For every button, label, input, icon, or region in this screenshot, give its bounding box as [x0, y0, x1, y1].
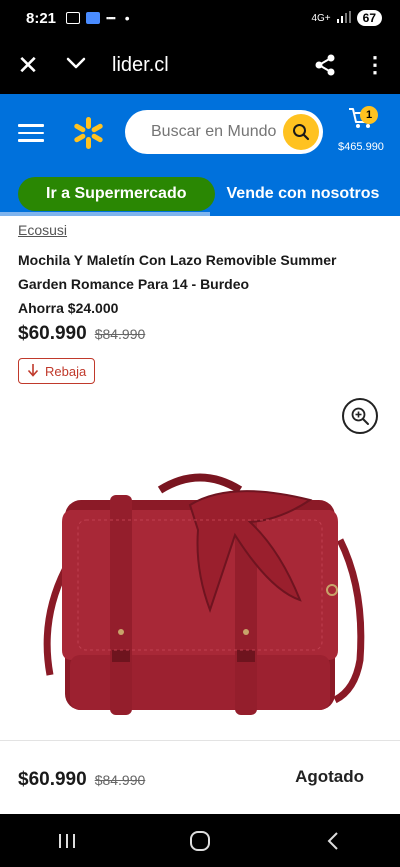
share-icon[interactable] [300, 54, 350, 76]
subnav-scroll-indicator [0, 212, 210, 216]
hamburger-icon[interactable] [18, 119, 44, 147]
status-notification-icons: ▪▪▪▪ • [66, 10, 130, 26]
system-nav-bar [0, 814, 400, 867]
savings-text: Ahorra $24.000 [18, 300, 119, 316]
search-icon[interactable] [283, 114, 319, 150]
bottom-original-price: $84.990 [94, 772, 146, 788]
arrow-down-icon [27, 363, 39, 380]
product-title: Mochila Y Maletín Con Lazo Removible Sum… [18, 252, 337, 292]
product-image[interactable] [20, 460, 380, 730]
walmart-spark-icon[interactable] [72, 117, 104, 149]
search-input[interactable] [151, 123, 281, 141]
original-price: $84.990 [94, 326, 146, 342]
status-time: 8:21 [26, 9, 57, 27]
bottom-purchase-bar: $60.990 $84.990 Agotado [0, 740, 400, 814]
sub-navigation: Ir a Supermercado Vende con nosotros T [0, 172, 400, 216]
subnav-item-supermercado[interactable]: Ir a Supermercado [18, 177, 215, 211]
screenshot-icon [66, 12, 81, 24]
battery-indicator: 67 [356, 10, 382, 26]
browser-toolbar: ✕ lider.cl ⋮ [0, 36, 400, 94]
site-header: 1 $465.990 [0, 94, 400, 172]
recent-apps-icon[interactable] [37, 832, 97, 850]
status-bar: 8:21 ▪▪▪▪ • 4G+ 67 [0, 0, 400, 36]
product-brand-link[interactable]: Ecosusi [18, 222, 67, 238]
bottom-current-price: $60.990 [18, 769, 87, 790]
status-right: 4G+ 67 [311, 10, 382, 26]
gallery-icon [86, 12, 101, 24]
network-label: 4G+ [311, 12, 331, 24]
close-icon[interactable]: ✕ [0, 50, 56, 81]
subnav-item-vende[interactable]: Vende con nosotros [227, 185, 380, 203]
availability-status: Agotado [295, 767, 364, 786]
discount-badge: Rebaja [18, 358, 96, 384]
chevron-down-icon[interactable] [56, 56, 96, 74]
more-vert-icon[interactable]: ⋮ [350, 52, 400, 78]
cart-count-badge: 1 [360, 106, 378, 124]
zoom-in-icon[interactable] [342, 398, 378, 434]
signal-icon [336, 10, 351, 26]
notification-dot-icon: • [124, 10, 130, 26]
keyboard-icon: ▪▪▪▪ [106, 13, 116, 23]
cart-total: $465.990 [338, 141, 384, 153]
search-bar[interactable] [125, 110, 323, 154]
back-icon[interactable] [303, 831, 363, 851]
price-row: $60.990 $84.990 [18, 323, 145, 345]
cart-button[interactable]: 1 $465.990 [336, 106, 386, 153]
url-text[interactable]: lider.cl [112, 54, 169, 77]
home-icon[interactable] [170, 830, 230, 852]
bottom-price-row: $60.990 $84.990 [18, 769, 145, 791]
discount-badge-label: Rebaja [45, 363, 87, 379]
current-price: $60.990 [18, 323, 87, 344]
